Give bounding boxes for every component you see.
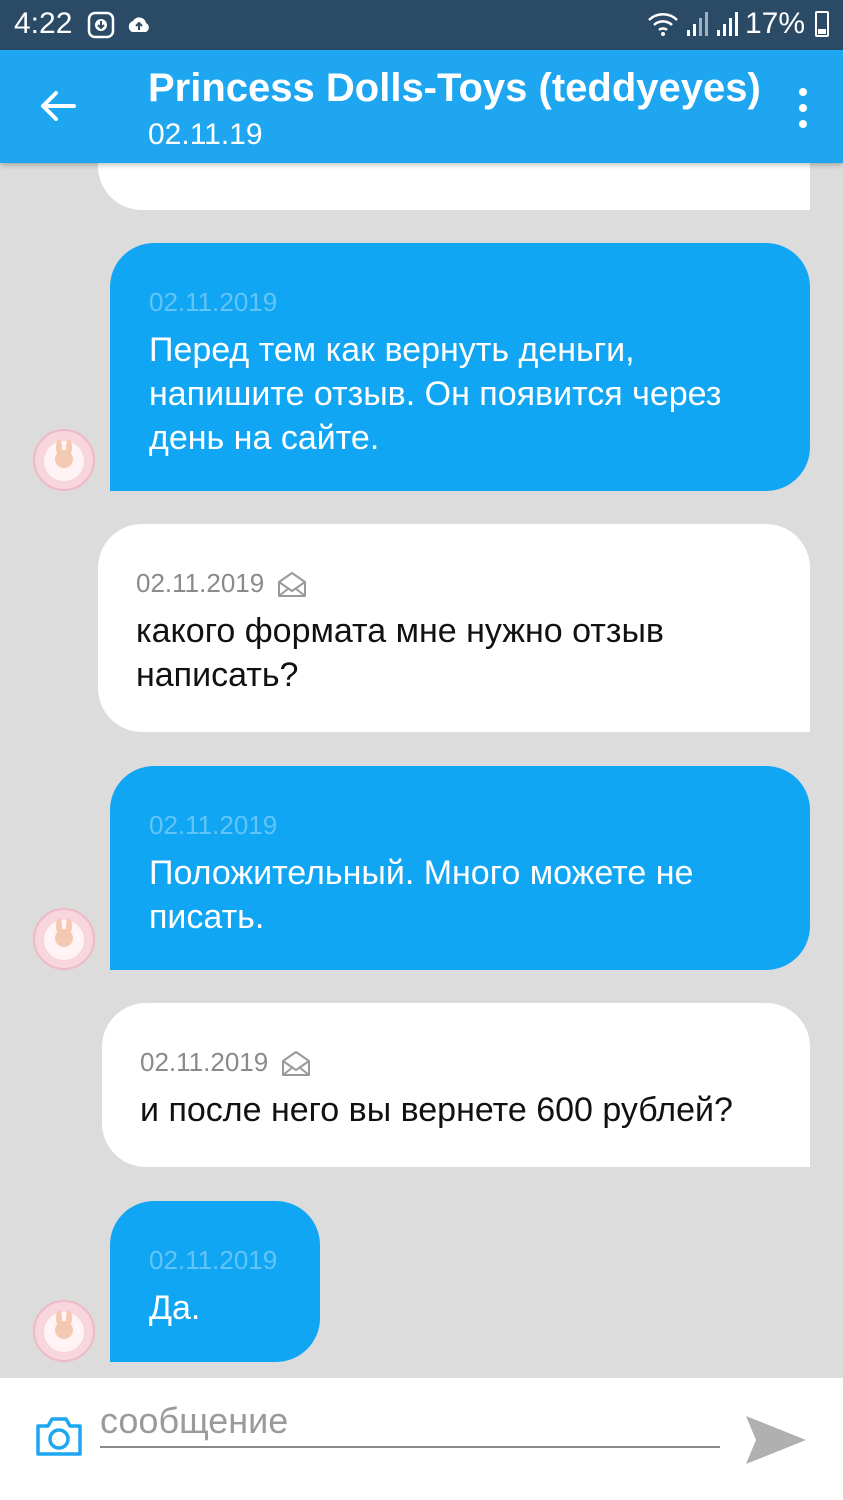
chat-title: Princess Dolls-Toys (teddyeyes) — [148, 66, 761, 110]
composer-bar — [0, 1378, 843, 1500]
message-text: и после него вы вернете 600 рублей? — [140, 1091, 733, 1129]
message-bubble-outgoing: 02.11.2019 Да. — [110, 1201, 320, 1362]
message-date: 02.11.2019 — [136, 568, 790, 599]
message-date: 02.11.2019 — [149, 287, 278, 317]
message-input[interactable] — [100, 1396, 720, 1448]
message-text: Да. — [149, 1289, 201, 1327]
message-date: 02.11.2019 — [149, 810, 278, 840]
message-text: Перед тем как вернуть деньги, напишите о… — [149, 331, 722, 457]
chat-subtitle: 02.11.19 — [148, 118, 263, 151]
avatar — [33, 908, 95, 970]
cloud-upload-icon — [128, 17, 149, 32]
message-text: Положительный. Много можете не писать. — [149, 854, 694, 936]
download-circle-icon — [87, 11, 115, 39]
message-text: какого формата мне нужно отзыв написать? — [136, 612, 664, 694]
signal-icon — [686, 12, 708, 36]
wifi-icon — [648, 13, 678, 36]
signal-icon — [716, 12, 738, 36]
message-bubble-incoming: 02.11.2019 и после него вы вернете 600 р… — [102, 1003, 810, 1167]
battery-percent: 17% — [744, 7, 805, 40]
avatar — [33, 429, 95, 491]
avatar — [33, 1300, 95, 1362]
message-bubble-partial — [98, 163, 810, 210]
camera-icon[interactable] — [34, 1414, 84, 1458]
message-bubble-outgoing: 02.11.2019 Перед тем как вернуть деньги,… — [110, 243, 810, 491]
send-icon[interactable] — [744, 1412, 808, 1468]
chat-header: Princess Dolls-Toys (teddyeyes) 02.11.19 — [0, 50, 843, 163]
message-bubble-incoming: 02.11.2019 какого формата мне нужно отзы… — [98, 524, 810, 732]
arrow-left-icon[interactable] — [30, 78, 86, 134]
status-time: 4:22 — [14, 7, 73, 40]
battery-icon — [815, 11, 829, 37]
envelope-open-icon — [278, 571, 307, 597]
chat-messages[interactable]: 02.11.2019 Перед тем как вернуть деньги,… — [0, 163, 843, 1378]
envelope-open-icon — [282, 1050, 311, 1076]
message-date: 02.11.2019 — [149, 1245, 278, 1275]
status-bar: 4:22 17% — [0, 0, 843, 50]
more-vert-icon[interactable] — [793, 86, 813, 130]
message-bubble-outgoing: 02.11.2019 Положительный. Много можете н… — [110, 766, 810, 970]
message-date: 02.11.2019 — [140, 1047, 790, 1078]
